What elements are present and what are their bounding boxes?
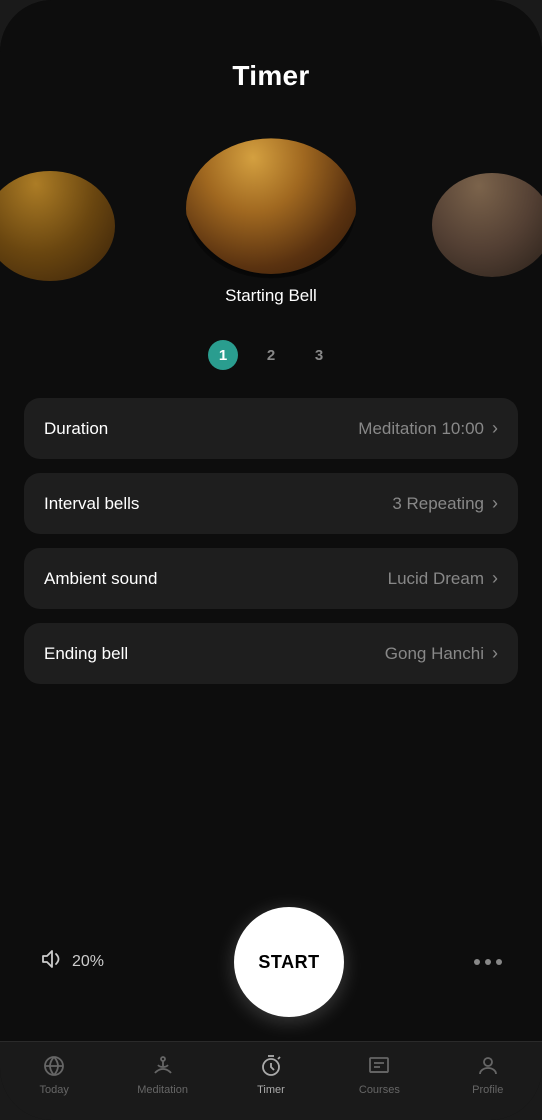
ambient-sound-chevron-icon: › [492, 568, 498, 589]
bowl-carousel[interactable]: Starting Bell [0, 102, 542, 322]
nav-item-timer[interactable]: Timer [231, 1054, 311, 1096]
duration-value-wrapper: Meditation 10:00 › [358, 418, 498, 439]
nav-label-today: Today [40, 1084, 69, 1096]
bowl-right [427, 147, 542, 277]
duration-label: Duration [44, 419, 108, 439]
pagination: 1 2 3 [0, 322, 542, 398]
ambient-sound-label: Ambient sound [44, 569, 157, 589]
bowl-left [0, 142, 120, 282]
ending-bell-chevron-icon: › [492, 643, 498, 664]
ending-bell-row[interactable]: Ending bell Gong Hanchi › [24, 623, 518, 684]
header: Timer [0, 0, 542, 102]
page-title: Timer [232, 60, 309, 91]
duration-chevron-icon: › [492, 418, 498, 439]
courses-icon [367, 1054, 391, 1078]
start-label: START [258, 952, 319, 973]
duration-row[interactable]: Duration Meditation 10:00 › [24, 398, 518, 459]
nav-item-profile[interactable]: Profile [448, 1054, 528, 1096]
bowl-center [181, 119, 361, 274]
ambient-sound-row[interactable]: Ambient sound Lucid Dream › [24, 548, 518, 609]
interval-bells-row[interactable]: Interval bells 3 Repeating › [24, 473, 518, 534]
nav-item-courses[interactable]: Courses [339, 1054, 419, 1096]
pagination-dot-3[interactable]: 3 [304, 340, 334, 370]
volume-control[interactable]: 20% [40, 949, 104, 975]
ending-bell-label: Ending bell [44, 644, 128, 664]
nav-item-meditation[interactable]: Meditation [123, 1054, 203, 1096]
ambient-sound-value: Lucid Dream [388, 569, 484, 589]
timer-icon [259, 1054, 283, 1078]
bowl-center-wrapper: Starting Bell [181, 119, 361, 306]
more-dot-3 [496, 959, 502, 965]
profile-icon [476, 1054, 500, 1078]
ending-bell-value-wrapper: Gong Hanchi › [385, 643, 498, 664]
bottom-nav: Today Meditation Timer [0, 1041, 542, 1120]
ending-bell-value: Gong Hanchi [385, 644, 484, 664]
interval-bells-label: Interval bells [44, 494, 139, 514]
more-dot-1 [474, 959, 480, 965]
duration-value: Meditation 10:00 [358, 419, 484, 439]
pagination-dot-2[interactable]: 2 [256, 340, 286, 370]
settings-list: Duration Meditation 10:00 › Interval bel… [0, 398, 542, 887]
pagination-dot-1[interactable]: 1 [208, 340, 238, 370]
more-button[interactable] [474, 959, 502, 965]
interval-bells-value: 3 Repeating [392, 494, 484, 514]
nav-label-meditation: Meditation [137, 1084, 188, 1096]
bottom-controls: 20% START [0, 887, 542, 1041]
interval-bells-chevron-icon: › [492, 493, 498, 514]
today-icon [42, 1054, 66, 1078]
ambient-sound-value-wrapper: Lucid Dream › [388, 568, 498, 589]
start-button[interactable]: START [234, 907, 344, 1017]
nav-label-profile: Profile [472, 1084, 503, 1096]
nav-label-timer: Timer [257, 1084, 285, 1096]
nav-label-courses: Courses [359, 1084, 400, 1096]
bowl-label: Starting Bell [225, 286, 317, 306]
more-dot-2 [485, 959, 491, 965]
phone-container: Timer Starting Bell 1 2 3 Duration Medit… [0, 0, 542, 1120]
volume-percentage: 20% [72, 953, 104, 971]
meditation-icon [151, 1054, 175, 1078]
volume-icon [40, 949, 64, 975]
nav-item-today[interactable]: Today [14, 1054, 94, 1096]
interval-bells-value-wrapper: 3 Repeating › [392, 493, 498, 514]
